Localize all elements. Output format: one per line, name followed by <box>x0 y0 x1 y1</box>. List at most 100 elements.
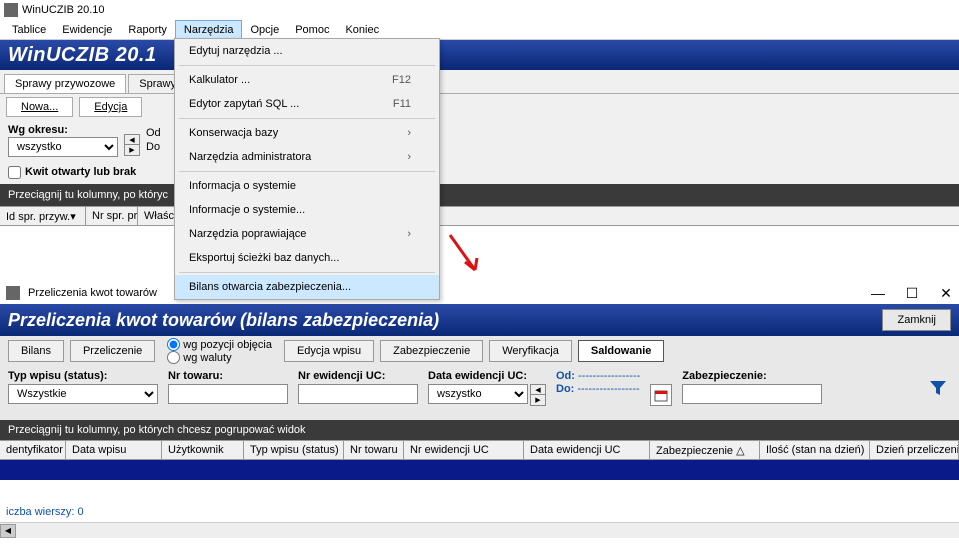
col-nr-ewidencji[interactable]: Nr ewidencji UC <box>404 441 524 459</box>
zabezpieczenie-button[interactable]: Zabezpieczenie <box>380 340 483 362</box>
spin-buttons2: ◀ ▶ <box>530 384 546 406</box>
nr-towaru-input[interactable] <box>168 384 288 404</box>
col-id-spr[interactable]: Id spr. przyw.▾ <box>0 207 86 225</box>
radio-wg-pozycji[interactable] <box>167 338 180 351</box>
wg-okresu-select[interactable]: wszystko <box>8 137 118 157</box>
menu-koniec[interactable]: Koniec <box>337 21 387 39</box>
zabezpieczenie-field: Zabezpieczenie: <box>682 370 822 404</box>
app-icon <box>6 286 20 300</box>
calendar-icon[interactable] <box>650 384 672 406</box>
dd-poprawiajace[interactable]: Narzędzia poprawiające› <box>175 222 439 246</box>
spin-left-icon[interactable]: ◀ <box>531 385 545 395</box>
dd-edytor-sql[interactable]: Edytor zapytań SQL ...F11 <box>175 92 439 116</box>
filter-row1: Wg okresu: wszystko ◀ ▶ Od Do <box>0 120 959 160</box>
od-label2: Od: <box>556 370 575 382</box>
col-headers1: Id spr. przyw.▾ Nr spr. pr Właści <box>0 206 959 226</box>
arrow-annotation <box>445 230 485 280</box>
col-nr-spr[interactable]: Nr spr. pr <box>86 207 138 225</box>
col-dzien-przeliczenia[interactable]: Dzień przeliczeni... <box>870 441 959 459</box>
od-do-labels: Od Do <box>146 127 161 153</box>
dd-kalkulator[interactable]: Kalkulator ...F12 <box>175 68 439 92</box>
nr-towaru-label: Nr towaru: <box>168 370 288 382</box>
dd-sep <box>179 118 435 119</box>
radio-group: wg pozycji objęcia wg waluty <box>161 338 278 364</box>
data-ewidencji-label: Data ewidencji UC: <box>428 370 546 382</box>
close-icon[interactable]: ✕ <box>939 286 953 300</box>
nr-ewidencji-input[interactable] <box>298 384 418 404</box>
spin-left-icon[interactable]: ◀ <box>125 135 139 145</box>
dd-info-systemie[interactable]: Informacja o systemie <box>175 174 439 198</box>
dd-narzedzia-admin[interactable]: Narzędzia administratora› <box>175 145 439 169</box>
przeliczenie-button[interactable]: Przeliczenie <box>70 340 155 362</box>
scroll-left-icon[interactable]: ◀ <box>0 524 16 538</box>
typ-wpisu-select[interactable]: Wszystkie <box>8 384 158 404</box>
spin-right-icon[interactable]: ▶ <box>125 145 139 155</box>
od-label: Od <box>146 127 161 139</box>
dd-informacje-systemie[interactable]: Informacje o systemie... <box>175 198 439 222</box>
app-icon <box>4 3 18 17</box>
nr-ewidencji-field: Nr ewidencji UC: <box>298 370 418 404</box>
col-data-ewidencji[interactable]: Data ewidencji UC <box>524 441 650 459</box>
chevron-right-icon: › <box>407 228 411 240</box>
dropdown-narzedzia: Edytuj narzędzia ... Kalkulator ...F12 E… <box>174 38 440 300</box>
col-data-wpisu[interactable]: Data wpisu <box>66 441 162 459</box>
minimize-icon[interactable]: — <box>871 286 885 300</box>
saldowanie-button[interactable]: Saldowanie <box>578 340 665 362</box>
edycja-button[interactable]: Edycja <box>79 97 142 117</box>
col-typ-wpisu[interactable]: Typ wpisu (status) <box>244 441 344 459</box>
zabezpieczenie-label: Zabezpieczenie: <box>682 370 822 382</box>
col-nr-towaru[interactable]: Nr towaru <box>344 441 404 459</box>
edycja-wpisu-button[interactable]: Edycja wpisu <box>284 340 374 362</box>
window-przeliczenia: Przeliczenia kwot towarów — ☐ ✕ Przelicz… <box>0 282 959 538</box>
nr-ewidencji-label: Nr ewidencji UC: <box>298 370 418 382</box>
radio-wg-waluty[interactable] <box>167 351 180 364</box>
col-ilosc[interactable]: Ilość (stan na dzień) <box>760 441 870 459</box>
horizontal-scrollbar[interactable]: ◀ <box>0 522 959 538</box>
tab-sprawy-przywozowe[interactable]: Sprawy przywozowe <box>4 74 126 93</box>
maximize-icon[interactable]: ☐ <box>905 286 919 300</box>
dd-konserwacja[interactable]: Konserwacja bazy› <box>175 121 439 145</box>
titlebar: WinUCZIB 20.10 <box>0 0 959 20</box>
od-value: ----------------- <box>578 370 640 382</box>
menu-ewidencje[interactable]: Ewidencje <box>54 21 120 39</box>
toolbar2: Bilans Przeliczenie wg pozycji objęcia w… <box>0 336 959 366</box>
do-label2: Do: <box>556 383 574 395</box>
menu-tablice[interactable]: Tablice <box>4 21 54 39</box>
title-text: WinUCZIB 20.10 <box>22 4 105 16</box>
toolbar1: Nowa... Edycja <box>0 94 959 120</box>
dd-eksportuj[interactable]: Eksportuj ścieżki baz danych... <box>175 246 439 270</box>
zamknij-button[interactable]: Zamknij <box>882 309 951 331</box>
wg-okresu-field: Wg okresu: wszystko <box>8 124 118 157</box>
typ-wpisu-field: Typ wpisu (status): Wszystkie <box>8 370 158 404</box>
dd-bilans-otwarcia[interactable]: Bilans otwarcia zabezpieczenia... <box>175 275 439 299</box>
col-uzytkownik[interactable]: Użytkownik <box>162 441 244 459</box>
menu-opcje[interactable]: Opcje <box>242 21 287 39</box>
data-ewidencji-select[interactable]: wszystko <box>428 384 528 404</box>
bilans-button[interactable]: Bilans <box>8 340 64 362</box>
kwit-checkbox[interactable] <box>8 166 21 179</box>
chevron-right-icon: › <box>407 127 411 139</box>
zabezpieczenie-input[interactable] <box>682 384 822 404</box>
col-headers2: dentyfikator Data wpisu Użytkownik Typ w… <box>0 440 959 460</box>
filter-icon[interactable] <box>925 375 951 401</box>
do-label: Do <box>146 141 161 153</box>
menu-narzedzia[interactable]: Narzędzia <box>175 20 243 40</box>
menu-raporty[interactable]: Raporty <box>120 21 175 39</box>
status-row: iczba wierszy: 0 <box>0 504 959 522</box>
checkbox-row: Kwit otwarty lub brak <box>0 160 959 184</box>
menu-pomoc[interactable]: Pomoc <box>287 21 337 39</box>
col-zabezpieczenie[interactable]: Zabezpieczenie △ <box>650 441 760 459</box>
dd-sep <box>179 272 435 273</box>
spin-right-icon[interactable]: ▶ <box>531 395 545 405</box>
col-wlasci[interactable]: Właści <box>138 207 178 225</box>
group-bar1[interactable]: Przeciągnij tu kolumny, po któryc <box>0 184 959 206</box>
col-identyfikator[interactable]: dentyfikator <box>0 441 66 459</box>
dd-edytuj-narzedzia[interactable]: Edytuj narzędzia ... <box>175 39 439 63</box>
nowa-button[interactable]: Nowa... <box>6 97 73 117</box>
data-ewidencji-field: Data ewidencji UC: wszystko ◀ ▶ <box>428 370 546 406</box>
dd-sep <box>179 65 435 66</box>
weryfikacja-button[interactable]: Weryfikacja <box>489 340 572 362</box>
scroll-track[interactable] <box>16 524 959 538</box>
group-bar2[interactable]: Przeciągnij tu kolumny, po których chces… <box>0 420 959 440</box>
grid-empty-row <box>0 460 959 480</box>
